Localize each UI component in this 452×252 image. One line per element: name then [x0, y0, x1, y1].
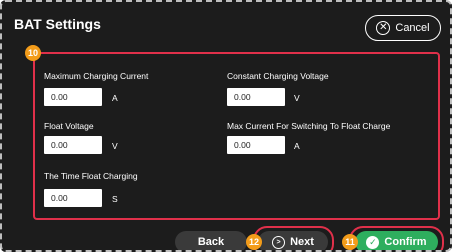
next-button[interactable]: > Next — [258, 231, 328, 250]
constant-charging-voltage-input[interactable]: 0.00 — [227, 88, 285, 106]
device-screen: BAT Settings ✕ Cancel 10 Maximum Chargin… — [0, 0, 452, 252]
max-charging-current-label: Maximum Charging Current — [44, 71, 149, 81]
cancel-button[interactable]: ✕ Cancel — [365, 15, 441, 41]
float-charging-time-unit: S — [112, 194, 118, 204]
float-switch-current-input[interactable]: 0.00 — [227, 136, 285, 154]
circle-chevron-right-icon: > — [272, 235, 286, 249]
cancel-label: Cancel — [395, 22, 430, 34]
constant-charging-voltage-label: Constant Charging Voltage — [227, 71, 329, 81]
float-voltage-unit: V — [112, 141, 118, 151]
constant-charging-voltage-unit: V — [294, 93, 300, 103]
float-charging-time-label: The Time Float Charging — [44, 171, 138, 181]
page-title: BAT Settings — [14, 16, 101, 32]
max-charging-current-unit: A — [112, 93, 118, 103]
float-switch-current-unit: A — [294, 141, 300, 151]
circle-x-icon: ✕ — [376, 21, 391, 35]
back-label: Back — [197, 236, 225, 248]
float-switch-current-label: Max Current For Switching To Float Charg… — [227, 121, 391, 131]
confirm-label: Confirm — [384, 236, 427, 248]
float-voltage-input[interactable]: 0.00 — [44, 136, 102, 154]
float-charging-time-input[interactable]: 0.00 — [44, 189, 102, 207]
next-label: Next — [290, 236, 314, 248]
callout-badge-panel: 10 — [25, 45, 41, 61]
callout-badge-next: 12 — [246, 234, 262, 250]
check-circle-icon: ✓ — [366, 235, 380, 249]
callout-badge-confirm: 11 — [342, 234, 358, 250]
max-charging-current-input[interactable]: 0.00 — [44, 88, 102, 106]
back-button[interactable]: Back — [175, 231, 247, 250]
confirm-button[interactable]: ✓ Confirm — [355, 231, 438, 250]
float-voltage-label: Float Voltage — [44, 121, 94, 131]
